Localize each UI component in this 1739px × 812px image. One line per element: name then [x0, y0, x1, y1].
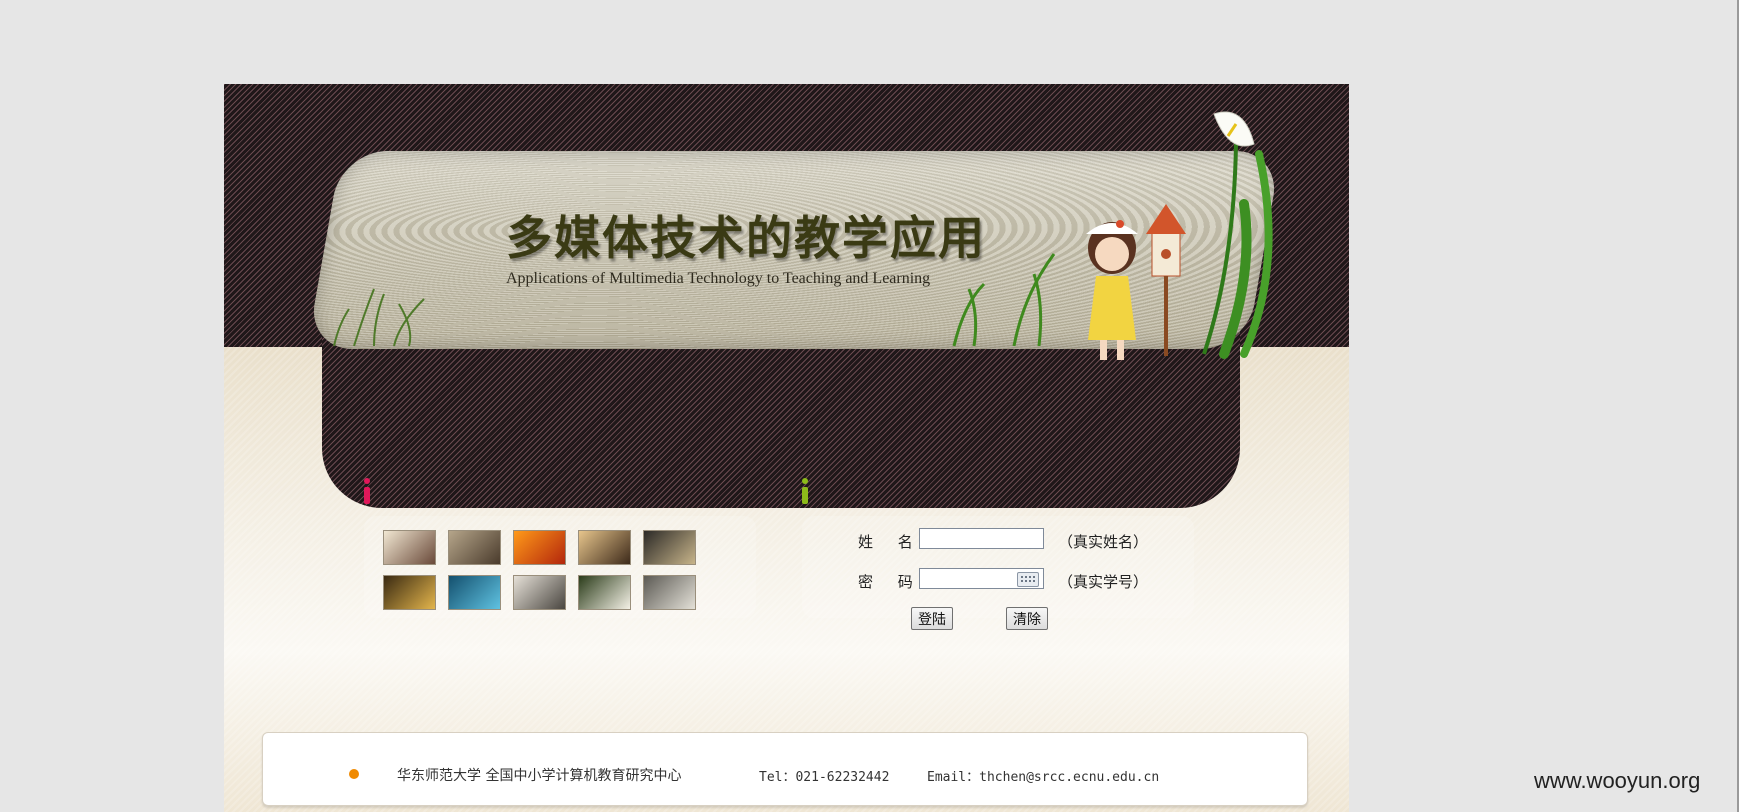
banner-title: 多媒体技术的教学应用: [506, 211, 986, 265]
login-page: 多媒体技术的教学应用 Applications of Multimedia Te…: [224, 84, 1349, 812]
girl-illustration-icon: [1086, 220, 1138, 360]
keyboard-icon[interactable]: [1017, 572, 1039, 587]
info-icon: [363, 478, 371, 506]
thumb-night-building[interactable]: [643, 530, 696, 565]
gallery-panel: [364, 516, 756, 618]
grass-left-icon: [333, 288, 425, 347]
banner-subtitle: Applications of Multimedia Technology to…: [506, 270, 931, 287]
footer-tel: Tel：021-62232442: [759, 770, 890, 785]
footer-org: 华东师范大学 全国中小学计算机教育研究中心: [397, 768, 682, 784]
info-icon-bar: [802, 487, 808, 504]
info-icon: [801, 478, 809, 506]
calla-lily-icon: [1202, 111, 1273, 359]
footer: 华东师范大学 全国中小学计算机教育研究中心 Tel：021-62232442 E…: [262, 732, 1308, 806]
thumb-exhibit-room[interactable]: [578, 530, 631, 565]
thumb-white-flowers[interactable]: [578, 575, 631, 610]
password-hint: （真实学号）: [1058, 573, 1149, 591]
info-icon-dot: [802, 478, 808, 484]
thumb-blue-aquarium[interactable]: [448, 575, 501, 610]
thumb-ceramic-bowl[interactable]: [513, 575, 566, 610]
name-hint: （真实姓名）: [1058, 533, 1149, 551]
thumb-staircase[interactable]: [643, 575, 696, 610]
name-input[interactable]: [919, 528, 1044, 549]
watermark: www.wooyun.org: [1534, 768, 1701, 793]
footer-email: Email：thchen@srcc.ecnu.edu.cn: [927, 770, 1160, 785]
info-icon-dot: [364, 478, 370, 484]
clear-button[interactable]: 清除: [1006, 607, 1048, 630]
name-label: 姓 名: [858, 533, 923, 551]
thumb-corridor[interactable]: [448, 530, 501, 565]
info-icon-bar: [364, 487, 370, 504]
thumb-gold-sculpture[interactable]: [383, 575, 436, 610]
birdhouse-icon: [1146, 204, 1186, 356]
login-button[interactable]: 登陆: [911, 607, 953, 630]
thumb-orange-lamp[interactable]: [513, 530, 566, 565]
bullet-icon: [349, 769, 359, 779]
password-label: 密 码: [858, 573, 923, 591]
thumb-gallery-hall[interactable]: [383, 530, 436, 565]
